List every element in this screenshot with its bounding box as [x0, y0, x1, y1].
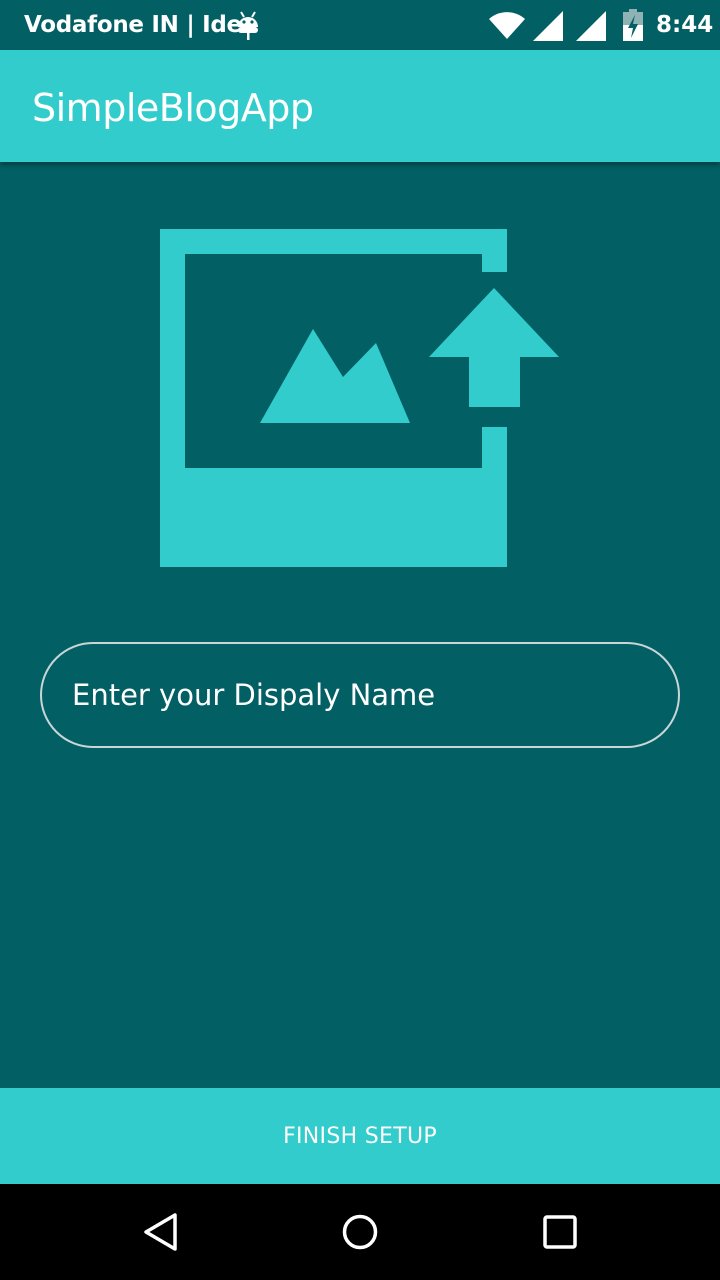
- app-title: SimpleBlogApp: [32, 86, 314, 130]
- home-icon[interactable]: [341, 1213, 379, 1251]
- status-clock: 8:44: [656, 12, 714, 38]
- status-bar: Vodafone IN | Idea 8:44: [0, 0, 720, 50]
- signal-icon: [576, 11, 606, 41]
- screen: Vodafone IN | Idea 8:44 SimpleBlogApp En…: [0, 0, 720, 1280]
- wifi-icon: [489, 12, 525, 39]
- display-name-input[interactable]: [72, 644, 652, 746]
- back-icon[interactable]: [142, 1213, 180, 1251]
- recents-icon[interactable]: [542, 1214, 578, 1250]
- android-debug-icon: [238, 11, 258, 40]
- signal-icon: [533, 11, 563, 41]
- carrier-name: Vodafone IN | Idea: [24, 12, 258, 38]
- add-photo-upload-icon[interactable]: [160, 229, 560, 567]
- finish-setup-button[interactable]: FINISH SETUP: [0, 1088, 720, 1184]
- battery-charging-icon: [623, 9, 643, 41]
- app-bar: SimpleBlogApp: [0, 50, 720, 162]
- display-name-field: [40, 642, 680, 748]
